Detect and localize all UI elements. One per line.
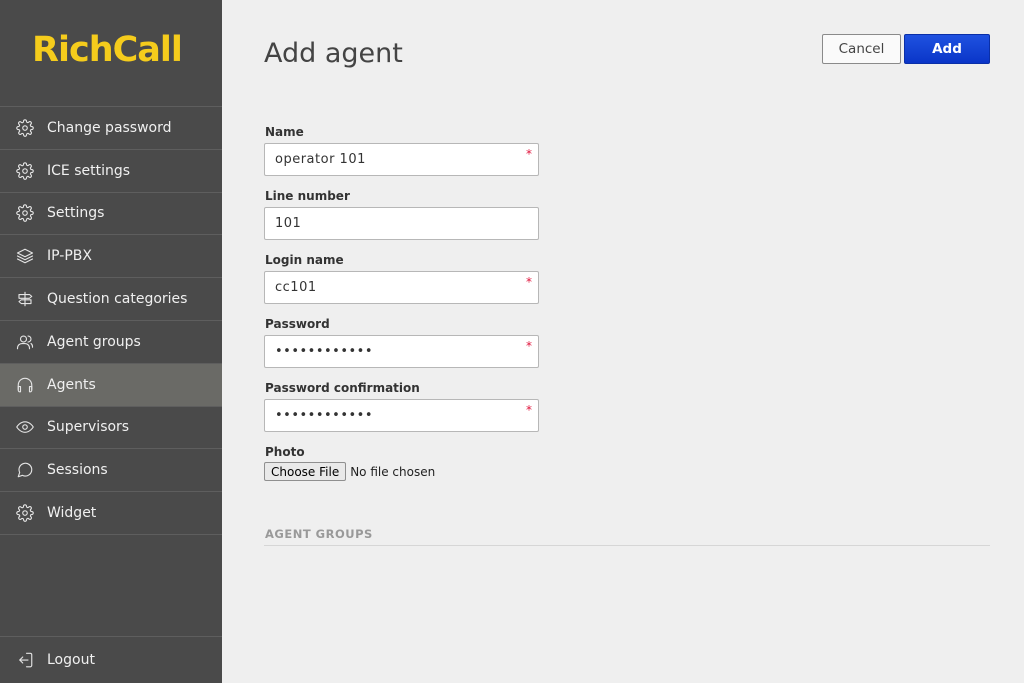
photo-label: Photo — [265, 445, 305, 459]
sidebar-item-question-categories[interactable]: Question categories — [0, 278, 222, 321]
sidebar-item-supervisors[interactable]: Supervisors — [0, 407, 222, 450]
page-title: Add agent — [264, 38, 403, 69]
password-label: Password — [265, 317, 330, 331]
chat-bubble-icon — [16, 461, 34, 479]
add-button[interactable]: Add — [904, 34, 990, 64]
sidebar-nav: Change password ICE settings Settings IP… — [0, 106, 222, 535]
logout-icon — [16, 651, 34, 669]
name-label: Name — [265, 125, 304, 139]
required-marker: * — [526, 275, 532, 289]
name-field[interactable] — [265, 144, 538, 175]
sidebar: RichCall Change password ICE settings Se… — [0, 0, 222, 683]
sidebar-item-label: Question categories — [47, 291, 188, 308]
required-marker: * — [526, 147, 532, 161]
file-status: No file chosen — [350, 464, 436, 479]
sidebar-item-ip-pbx[interactable]: IP-PBX — [0, 235, 222, 279]
gear-icon — [16, 204, 34, 223]
sidebar-item-ice-settings[interactable]: ICE settings — [0, 150, 222, 193]
line-number-field-wrapper — [264, 207, 539, 240]
login-name-field-wrapper: * — [264, 271, 539, 304]
logout-label: Logout — [47, 652, 95, 668]
name-field-wrapper: * — [264, 143, 539, 176]
sidebar-item-label: Supervisors — [47, 419, 130, 436]
sidebar-item-label: Sessions — [47, 462, 108, 479]
sidebar-item-change-password[interactable]: Change password — [0, 107, 222, 150]
required-marker: * — [526, 339, 532, 353]
sidebar-item-agent-groups[interactable]: Agent groups — [0, 321, 222, 364]
gear-icon — [16, 119, 34, 137]
signpost-icon — [16, 290, 34, 308]
sidebar-item-label: Settings — [47, 205, 105, 222]
gear-icon — [16, 504, 34, 522]
password-confirmation-label: Password confirmation — [265, 381, 420, 395]
login-name-field[interactable] — [265, 272, 538, 303]
logout-button[interactable]: Logout — [0, 636, 222, 683]
line-number-label: Line number — [265, 189, 350, 203]
users-icon — [16, 333, 34, 351]
sidebar-item-label: Widget — [47, 505, 97, 522]
section-divider — [264, 545, 990, 546]
login-name-label: Login name — [265, 253, 344, 267]
eye-icon — [16, 418, 34, 436]
sidebar-item-label: Agent groups — [47, 333, 141, 350]
agent-groups-heading: AGENT GROUPS — [265, 527, 373, 541]
photo-file-input: Choose File No file chosen — [264, 462, 435, 481]
line-number-field[interactable] — [265, 208, 538, 239]
sidebar-item-label: Change password — [47, 119, 172, 136]
headphones-icon — [16, 376, 34, 394]
sidebar-item-label: Agents — [47, 376, 96, 393]
password-confirmation-field[interactable] — [265, 400, 538, 431]
gear-icon — [16, 161, 34, 180]
password-confirmation-field-wrapper: * — [264, 399, 539, 432]
sidebar-item-label: IP-PBX — [47, 248, 92, 265]
sidebar-item-sessions[interactable]: Sessions — [0, 449, 222, 493]
sidebar-item-label: ICE settings — [47, 162, 131, 179]
sidebar-item-settings[interactable]: Settings — [0, 193, 222, 236]
layers-icon — [16, 247, 34, 265]
required-marker: * — [526, 403, 532, 417]
password-field-wrapper: * — [264, 335, 539, 368]
richcall-logo[interactable]: RichCall — [32, 30, 183, 70]
sidebar-item-agents[interactable]: Agents — [0, 363, 222, 407]
sidebar-item-widget[interactable]: Widget — [0, 492, 222, 535]
choose-file-button[interactable]: Choose File — [264, 462, 347, 481]
cancel-button[interactable]: Cancel — [822, 34, 901, 64]
password-field[interactable] — [265, 336, 538, 367]
